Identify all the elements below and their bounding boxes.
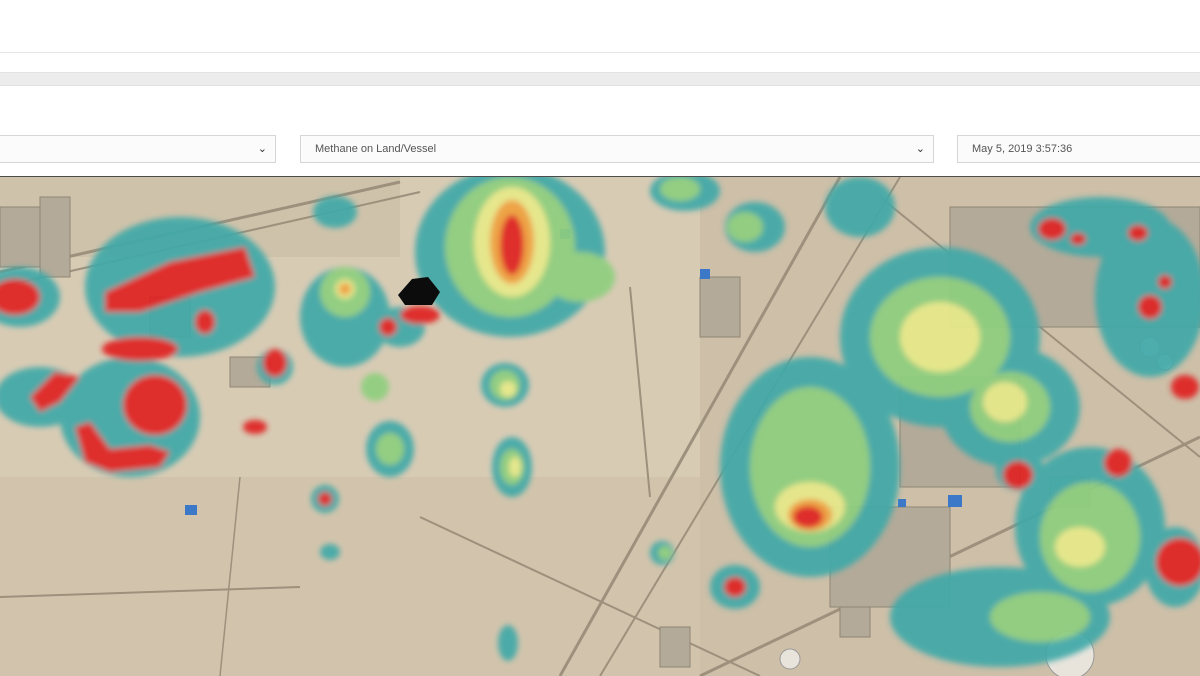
timestamp-select[interactable]: May 5, 2019 3:57:36	[957, 135, 1200, 163]
header-divider	[0, 72, 1200, 86]
location-select[interactable]: ⌄	[0, 135, 276, 163]
top-bar	[0, 0, 1200, 53]
timestamp-select-value: May 5, 2019 3:57:36	[972, 143, 1073, 155]
chevron-down-icon: ⌄	[257, 143, 267, 155]
gas-type-select[interactable]: Methane on Land/Vessel ⌄	[300, 135, 934, 163]
satellite-map[interactable]	[0, 176, 1200, 676]
map-canvas[interactable]	[0, 177, 1200, 676]
gas-type-select-value: Methane on Land/Vessel	[315, 143, 437, 155]
chevron-down-icon: ⌄	[915, 143, 925, 155]
filters-row: ⌄ Methane on Land/Vessel ⌄ May 5, 2019 3…	[0, 120, 1200, 176]
